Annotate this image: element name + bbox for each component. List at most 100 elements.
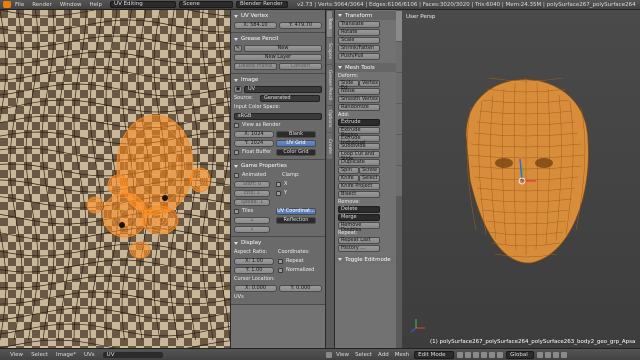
push-pull-button[interactable]: Push/Pull xyxy=(338,53,380,60)
transform-header[interactable]: Transform xyxy=(335,11,396,20)
duplicate-button[interactable]: Duplicate xyxy=(338,159,380,166)
scale-button[interactable]: Scale xyxy=(338,37,380,44)
gen-type-blank[interactable]: Blank xyxy=(276,130,316,138)
delete-select[interactable]: Delete xyxy=(338,206,380,213)
editor-type-icon[interactable] xyxy=(326,351,332,358)
tiles-x-field[interactable]: 1 xyxy=(234,216,270,224)
tiles-checkbox[interactable] xyxy=(234,208,239,214)
menu-file[interactable]: File xyxy=(15,2,24,8)
snap-icon[interactable] xyxy=(561,351,568,358)
spin-button[interactable]: Spin xyxy=(338,167,359,174)
history-button[interactable]: History ... xyxy=(338,245,380,252)
vertex-select-icon[interactable] xyxy=(537,351,544,358)
face-select-icon[interactable] xyxy=(553,351,560,358)
game-properties-header[interactable]: Game Properties xyxy=(234,162,322,170)
manipulator-icon[interactable] xyxy=(473,351,480,358)
tab-scopes[interactable]: Scopes xyxy=(327,38,332,64)
uv-menu-uvs[interactable]: UVs xyxy=(84,352,95,358)
shrink-fatten-button[interactable]: Shrink/Fatten xyxy=(338,45,380,52)
3d-menu-mesh[interactable]: Mesh xyxy=(395,352,409,358)
extrude-region-button[interactable]: Extrude Region xyxy=(338,127,380,138)
3d-viewport[interactable]: User Persp (1) polySurface267_polySurfac… xyxy=(402,10,640,348)
convert-button[interactable]: Convert xyxy=(279,62,322,70)
uv-vertex-x-field[interactable]: X: 584.10 xyxy=(234,21,277,29)
clamp-y-checkbox[interactable] xyxy=(276,190,281,196)
toggle-editmode-header[interactable]: Toggle Editmode xyxy=(335,255,396,264)
display-header[interactable]: Display xyxy=(234,239,322,247)
tiles-y-field[interactable]: 1 xyxy=(234,225,270,233)
rotate-button[interactable]: Rotate xyxy=(338,29,380,36)
scene-field[interactable]: Scene xyxy=(179,1,234,8)
blender-logo-icon[interactable] xyxy=(3,1,11,8)
menu-window[interactable]: Window xyxy=(60,2,82,8)
tab-create[interactable]: Create xyxy=(327,133,332,159)
tab-grease-pencil[interactable]: Grease Pencil xyxy=(327,65,332,105)
gen-type-uv-grid[interactable]: UV Grid xyxy=(276,139,316,147)
3d-menu-add[interactable]: Add xyxy=(378,352,389,358)
translate-button[interactable]: Translate xyxy=(338,21,380,28)
uv-editor-viewport[interactable] xyxy=(0,10,230,348)
slide-edge-button[interactable]: Slide Ed xyxy=(338,80,359,91)
repeat-checkbox[interactable] xyxy=(278,258,283,264)
knife-project-button[interactable]: Knife Project xyxy=(338,183,380,190)
float-buffer-checkbox[interactable] xyxy=(234,149,239,155)
aspect-x-field[interactable]: X: 1.00 xyxy=(234,257,274,265)
aspect-y-field[interactable]: Y: 1.00 xyxy=(234,266,274,274)
uv-menu-view[interactable]: View xyxy=(10,352,23,358)
color-space-select[interactable]: sRGB xyxy=(234,112,322,120)
3d-menu-view[interactable]: View xyxy=(336,352,349,358)
noise-button[interactable]: Noise xyxy=(338,88,380,95)
tab-options[interactable]: Options xyxy=(327,106,332,132)
start-field[interactable]: Start: 0 xyxy=(234,180,270,188)
end-field[interactable]: End: 1 xyxy=(234,189,270,197)
shading-icon[interactable] xyxy=(457,351,464,358)
grease-pencil-new-button[interactable]: New xyxy=(244,44,322,52)
rotate-manipulator-icon[interactable] xyxy=(489,351,496,358)
repeat-last-button[interactable]: Repeat Last xyxy=(338,237,380,244)
merge-select[interactable]: Merge xyxy=(338,214,380,221)
extrude-select[interactable]: Extrude xyxy=(338,119,380,126)
menu-render[interactable]: Render xyxy=(32,2,52,8)
render-engine-select[interactable]: Blender Render xyxy=(236,1,289,8)
mesh-tools-header[interactable]: Mesh Tools xyxy=(335,63,396,72)
cursor-x-field[interactable]: X: 0.000 xyxy=(234,284,277,292)
image-width-field[interactable]: X: 1024 xyxy=(234,130,274,138)
uv-vertex-y-field[interactable]: Y: 479.70 xyxy=(279,21,322,29)
normalized-checkbox[interactable] xyxy=(278,267,283,273)
speed-field[interactable]: Speed: 1 xyxy=(234,198,270,206)
translate-manipulator-icon[interactable] xyxy=(481,351,488,358)
uv-vertex-header[interactable]: UV Vertex xyxy=(234,12,322,20)
animated-checkbox[interactable] xyxy=(234,172,239,178)
uv-menu-select[interactable]: Select xyxy=(31,352,48,358)
screw-button[interactable]: Screw xyxy=(359,167,380,174)
new-layer-button[interactable]: New Layer xyxy=(234,53,322,61)
uv-image-select[interactable]: UV xyxy=(102,351,163,358)
screen-layout-field[interactable]: UV Editing xyxy=(110,1,177,8)
image-header[interactable]: Image xyxy=(234,76,322,84)
tab-tools[interactable]: Tools xyxy=(327,11,332,37)
reflection-button[interactable]: Reflection xyxy=(276,216,316,224)
pivot-icon[interactable] xyxy=(465,351,472,358)
extrude-individual-button[interactable]: Extrude Individual xyxy=(338,135,380,146)
knife-button[interactable]: Knife xyxy=(338,175,359,182)
uv-menu-image[interactable]: Image* xyxy=(56,352,76,358)
image-height-field[interactable]: Y: 1024 xyxy=(234,139,274,147)
delete-frame-button[interactable]: Delete Frame xyxy=(234,62,277,70)
gen-type-color-grid[interactable]: Color Grid xyxy=(276,148,316,156)
smooth-vertex-button[interactable]: Smooth Vertex xyxy=(338,96,380,103)
scale-manipulator-icon[interactable] xyxy=(497,351,504,358)
pencil-icon[interactable]: ✎ xyxy=(234,44,242,52)
remove-doubles-button[interactable]: Remove Doubles xyxy=(338,222,380,233)
uv-coordinates-button[interactable]: UV Coordinat... xyxy=(276,207,316,215)
image-name-field[interactable]: UV xyxy=(244,85,322,93)
mode-select[interactable]: Edit Mode xyxy=(414,350,455,359)
orientation-select[interactable]: Global xyxy=(506,350,535,359)
image-browse-icon[interactable]: ▣ xyxy=(234,85,242,93)
edge-select-icon[interactable] xyxy=(545,351,552,358)
grease-pencil-header[interactable]: Grease Pencil xyxy=(234,35,322,43)
loop-cut-slide-button[interactable]: Loop Cut and Slide xyxy=(338,151,380,162)
slide-vertex-button[interactable]: Vertex xyxy=(359,80,380,87)
knife-select-button[interactable]: Select xyxy=(359,175,380,182)
3d-menu-select[interactable]: Select xyxy=(355,352,372,358)
source-select[interactable]: Generated xyxy=(260,94,320,102)
